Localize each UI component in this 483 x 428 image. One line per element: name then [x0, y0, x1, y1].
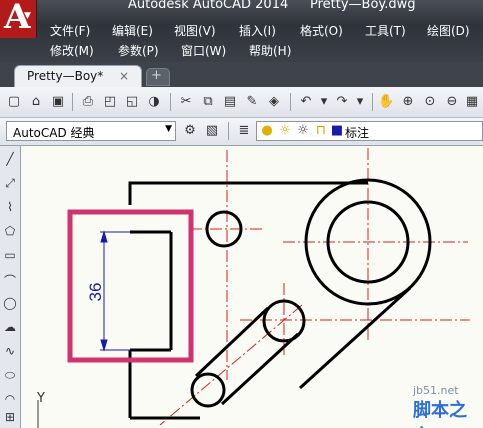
line-tool-icon[interactable]: ╱: [2, 152, 18, 168]
autocad-window: A ▼ Autodesk AutoCAD 2014 Pretty—Boy.dwg…: [0, 0, 483, 428]
lightbulb-icon[interactable]: ●: [259, 123, 275, 139]
workspace-settings-gear-icon[interactable]: ⚙: [182, 123, 198, 139]
rectangle-tool-icon[interactable]: ▭: [2, 248, 18, 264]
save-icon[interactable]: ▣: [50, 94, 66, 110]
print-icon[interactable]: ⎙: [80, 94, 96, 110]
match-properties-icon[interactable]: ✎: [244, 94, 260, 110]
app-title: Autodesk AutoCAD 2014: [128, 0, 289, 12]
centerline: [159, 304, 303, 426]
open-folder-icon[interactable]: ⌂: [28, 94, 44, 110]
viewport-freeze-icon[interactable]: ☼: [295, 123, 311, 139]
layer-color-swatch: ■: [330, 123, 344, 138]
current-layer-name: 标注: [345, 126, 370, 140]
menu-modify[interactable]: 修改(M): [50, 42, 94, 59]
dimension-arrow: [100, 230, 108, 243]
toolbar-separator: [290, 93, 291, 111]
toolbar-separator: [228, 122, 229, 140]
slot-side: [194, 306, 270, 378]
chevron-down-icon: ▼: [165, 124, 172, 134]
file-tab-active[interactable]: Pretty—Boy* ×: [14, 65, 142, 87]
zoom-window-icon[interactable]: ⊙: [422, 94, 438, 110]
publish-icon[interactable]: ◱: [124, 94, 140, 110]
spline-tool-icon[interactable]: ∿: [2, 344, 18, 360]
file-tab-bar: Pretty—Boy* × +: [0, 62, 483, 87]
menu-edit[interactable]: 编辑(E): [112, 22, 153, 39]
new-tab-button[interactable]: +: [146, 68, 170, 86]
menu-view[interactable]: 视图(V): [174, 22, 216, 39]
toolbar-separator: [72, 93, 73, 111]
unlock-icon[interactable]: ⊓: [313, 123, 329, 139]
menu-window[interactable]: 窗口(W): [181, 42, 226, 59]
revision-cloud-icon[interactable]: ☁: [2, 320, 18, 336]
dimension-arrow: [100, 339, 108, 352]
standard-toolbar: ▢ ⌂ ▣ ⎙ ◰ ◱ ◑ ✂ ⧉ ▤ ✎ ◈ ↶ ▾ ↷ ▾ ✋ ⊕ ⊙ ⊖ …: [0, 87, 483, 118]
layer-manager-icon[interactable]: ≣: [236, 123, 252, 139]
construction-line-icon[interactable]: ⤢: [2, 176, 18, 192]
chevron-down-icon: ▼: [24, 11, 31, 21]
redo-icon[interactable]: ↷: [334, 94, 350, 110]
undo-dropdown-icon[interactable]: ▾: [316, 94, 332, 110]
polyline-tool-icon[interactable]: ⌇: [2, 200, 18, 216]
arc-tool-icon[interactable]: ⌒: [2, 272, 18, 288]
undo-icon[interactable]: ↶: [298, 94, 314, 110]
zoom-previous-icon[interactable]: ⊖: [444, 94, 460, 110]
draw-toolbar: ╱ ⤢ ⌇ ⬠ ▭ ⌒ ◯ ☁ ∿ ⬭ ◠ ⊞: [0, 146, 21, 428]
menu-tools[interactable]: 工具(T): [365, 22, 406, 39]
object-geometry: [128, 178, 432, 420]
workspace-value: AutoCAD 经典: [13, 126, 95, 140]
title-bar: A ▼ Autodesk AutoCAD 2014 Pretty—Boy.dwg…: [0, 0, 483, 62]
print-preview-icon[interactable]: ◰: [102, 94, 118, 110]
cut-icon[interactable]: ✂: [178, 94, 194, 110]
layer-dropdown[interactable]: ● ☼ ☼ ⊓ ■ 标注: [256, 121, 483, 141]
block-editor-icon[interactable]: ◈: [266, 94, 282, 110]
workspace-dropdown[interactable]: AutoCAD 经典 ▼: [6, 121, 176, 141]
new-file-icon[interactable]: ▢: [6, 94, 22, 110]
polygon-tool-icon[interactable]: ⬠: [2, 224, 18, 240]
3d-publish-icon[interactable]: ◑: [146, 94, 162, 110]
part-outline: [128, 181, 368, 205]
ellipse-arc-icon[interactable]: ◠: [2, 392, 18, 408]
slot-end: [190, 372, 226, 408]
menu-help[interactable]: 帮助(H): [249, 42, 291, 59]
document-title: Pretty—Boy.dwg: [310, 0, 416, 12]
circle-tool-icon[interactable]: ◯: [2, 296, 18, 312]
menu-insert[interactable]: 插入(I): [239, 22, 276, 39]
application-menu-button[interactable]: A ▼: [0, 0, 37, 38]
redo-dropdown-icon[interactable]: ▾: [352, 94, 368, 110]
file-tab-label: Pretty—Boy*: [27, 69, 104, 83]
sun-freeze-icon[interactable]: ☼: [277, 123, 293, 139]
ellipse-tool-icon[interactable]: ⬭: [2, 368, 18, 384]
plus-icon: +: [151, 68, 162, 83]
dimension-text: 36: [86, 283, 105, 302]
watermark-brand: 脚本之家: [413, 400, 467, 428]
close-icon[interactable]: ×: [119, 69, 129, 83]
workspace-layers-toolbar: AutoCAD 经典 ▼ ⚙ ▧ ≣ ● ☼ ☼ ⊓ ■ 标注: [0, 118, 483, 146]
toolbar-separator: [372, 93, 373, 111]
copy-icon[interactable]: ⧉: [200, 94, 216, 110]
paste-icon[interactable]: ▤: [222, 94, 238, 110]
slot-side: [220, 332, 300, 406]
insert-block-icon[interactable]: ⊞: [2, 410, 18, 426]
zoom-realtime-icon[interactable]: ⊕: [400, 94, 416, 110]
menu-file[interactable]: 文件(F): [50, 22, 90, 39]
toolbar-separator: [170, 93, 171, 111]
menu-parametric[interactable]: 参数(P): [118, 42, 159, 59]
ucs-y-label: Y: [37, 391, 45, 406]
drawing-canvas[interactable]: 36 Y jb51.net 脚本之家: [21, 146, 483, 428]
layer-properties-icon[interactable]: ▧: [204, 123, 220, 139]
pan-hand-icon[interactable]: ✋: [378, 94, 394, 110]
menu-draw[interactable]: 绘图(D): [427, 22, 470, 39]
properties-icon[interactable]: ▦: [464, 94, 480, 110]
menu-format[interactable]: 格式(O): [300, 22, 343, 39]
